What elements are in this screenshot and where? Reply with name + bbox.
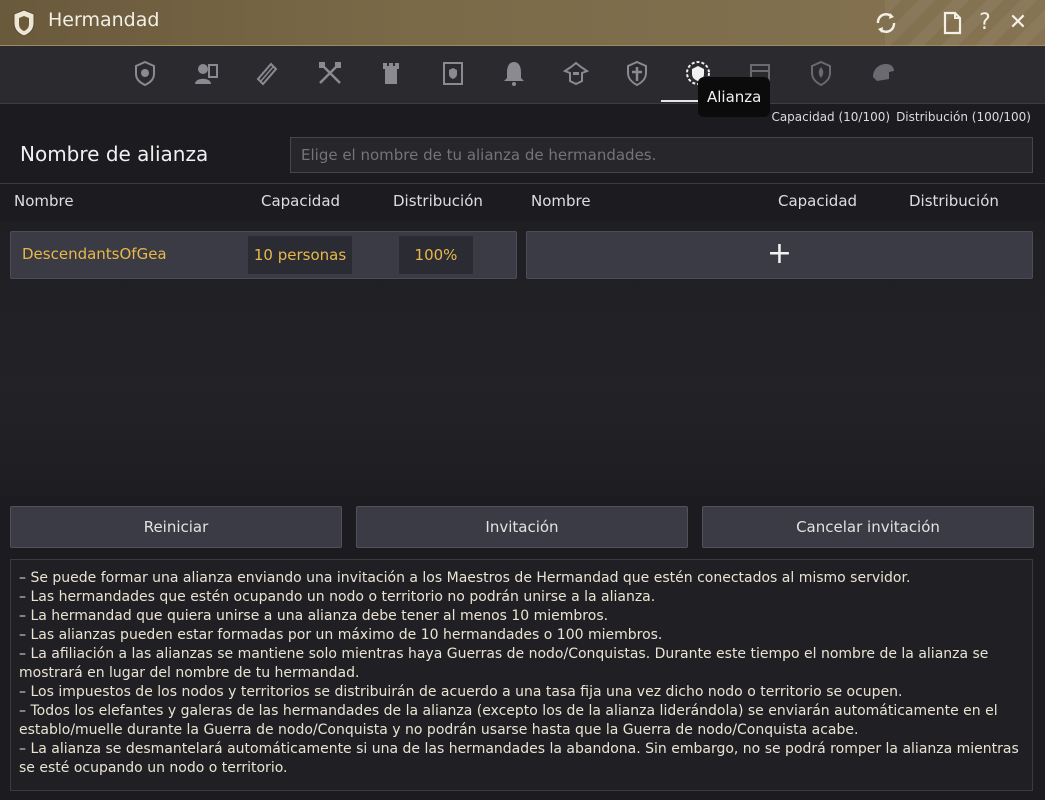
- add-guild-button[interactable]: +: [526, 231, 1033, 279]
- tab-scroll-quest-icon[interactable]: [247, 56, 287, 90]
- rule-line: – Se puede formar una alianza enviando u…: [19, 570, 911, 586]
- rule-line: – La afiliación a las alianzas se mantie…: [19, 646, 989, 681]
- tab-crossed-weapons-icon[interactable]: [310, 56, 350, 90]
- divider: [0, 183, 1045, 184]
- tab-tooltip: Alianza: [698, 77, 771, 117]
- tab-tower-icon[interactable]: [371, 56, 411, 90]
- column-header-distribution-right: Distribución: [909, 192, 999, 210]
- alliance-name-label: Nombre de alianza: [20, 142, 209, 166]
- tab-fleur-emblem-icon[interactable]: [801, 56, 841, 90]
- invite-button[interactable]: Invitación: [356, 506, 688, 548]
- column-header-name: Nombre: [14, 192, 74, 210]
- guild-row[interactable]: DescendantsOfGea 10 personas 100%: [10, 231, 517, 279]
- rule-line: – La hermandad que quiera unirse a una a…: [19, 608, 609, 624]
- tab-shield-icon[interactable]: [617, 56, 657, 90]
- tab-notice-board-icon[interactable]: [433, 56, 473, 90]
- tab-guild-crest-icon[interactable]: [125, 56, 165, 90]
- guild-distribution[interactable]: 100%: [399, 236, 473, 274]
- document-icon[interactable]: [938, 9, 966, 37]
- tab-mount-icon[interactable]: [863, 56, 903, 90]
- reset-button[interactable]: Reiniciar: [10, 506, 342, 548]
- window-title: Hermandad: [48, 9, 160, 31]
- capacity-summary: Capacidad (10/100) Distribución (100/100): [771, 110, 1031, 124]
- tab-bell-icon[interactable]: [494, 56, 534, 90]
- rule-line: – Las hermandades que estén ocupando un …: [19, 589, 656, 605]
- guild-name: DescendantsOfGea: [22, 245, 167, 263]
- cancel-invite-button[interactable]: Cancelar invitación: [702, 506, 1034, 548]
- tab-helmet-icon[interactable]: [556, 56, 596, 90]
- rule-line: – Los impuestos de los nodos y territori…: [19, 684, 903, 700]
- column-header-capacity-right: Capacidad: [778, 192, 858, 210]
- alliance-rules-panel: – Se puede formar una alianza enviando u…: [10, 559, 1033, 791]
- capacity-count: Capacidad (10/100): [771, 110, 891, 124]
- refresh-icon[interactable]: [872, 9, 900, 37]
- distribution-count: Distribución (100/100): [896, 110, 1031, 124]
- rule-line: – Las alianzas pueden estar formadas por…: [19, 627, 663, 643]
- column-header-capacity: Capacidad: [261, 192, 341, 210]
- column-header-distribution: Distribución: [393, 192, 483, 210]
- column-header-name-right: Nombre: [531, 192, 591, 210]
- title-bar: Hermandad ? ✕: [0, 0, 1045, 46]
- tab-bar: [0, 46, 1045, 104]
- rule-line: – La alianza se desmantelará automáticam…: [19, 741, 1019, 776]
- close-icon[interactable]: ✕: [1004, 9, 1032, 37]
- guild-crest-icon: [13, 9, 35, 37]
- tab-members-icon[interactable]: [186, 56, 226, 90]
- alliance-name-input[interactable]: [290, 137, 1033, 173]
- rule-line: – Todos los elefantes y galeras de las h…: [19, 703, 998, 738]
- help-icon[interactable]: ?: [971, 9, 999, 37]
- guild-capacity: 10 personas: [248, 236, 352, 274]
